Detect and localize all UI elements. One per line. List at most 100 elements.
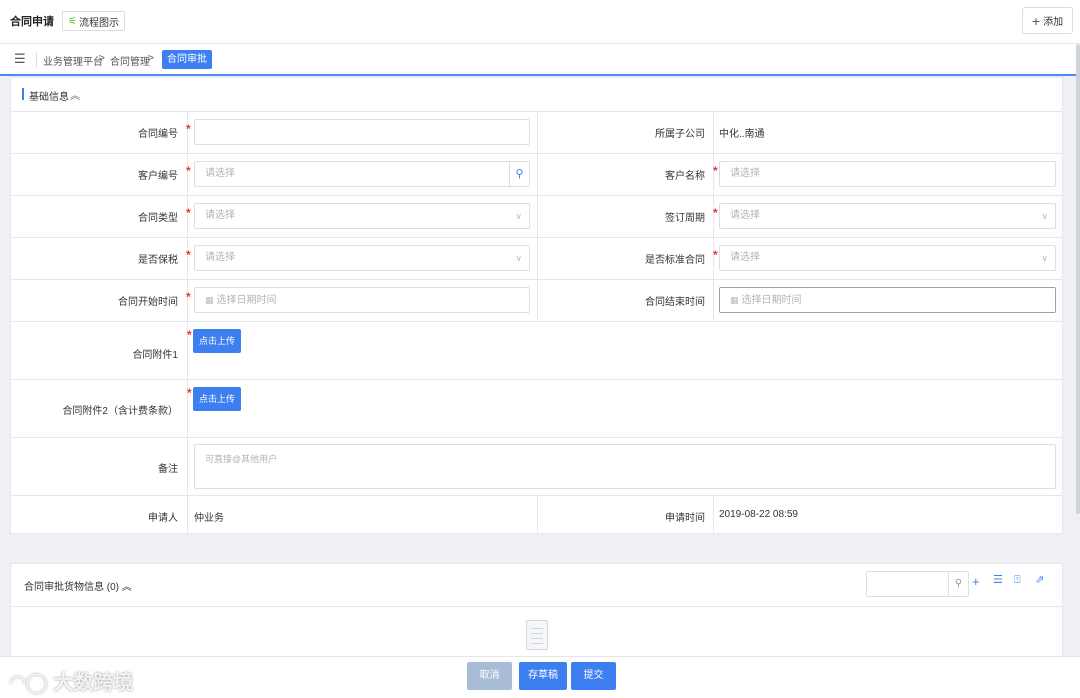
start-time-placeholder: 选择日期时间 <box>216 295 277 306</box>
search-icon[interactable]: ⚲ <box>509 162 529 186</box>
vertical-scrollbar[interactable] <box>1076 44 1080 514</box>
end-time-placeholder: 选择日期时间 <box>741 295 802 306</box>
bonded-placeholder: 请选择 <box>205 252 235 263</box>
required-mark: * <box>187 328 192 342</box>
basic-info-title: 基础信息 <box>29 92 69 103</box>
bonded-select[interactable]: 请选择 ∨ <box>194 245 530 271</box>
form-row: 合同类型 * 请选择 ∨ 签订周期 * 请选择 ∨ <box>11 196 1062 238</box>
breadcrumb-item-platform[interactable]: 业务管理平台 <box>43 53 103 68</box>
breadcrumb-separator: > <box>99 53 105 64</box>
form-row: 是否保税 * 请选择 ∨ 是否标准合同 * 请选择 ∨ <box>11 238 1062 280</box>
column-settings-icon[interactable]: ☰ <box>993 575 1003 586</box>
flow-chart-label: 流程图示 <box>78 17 119 29</box>
breadcrumb-separator: > <box>148 53 154 64</box>
flow-chart-button[interactable]: ⚟ 流程图示 <box>62 11 125 31</box>
required-mark: * <box>187 386 192 400</box>
action-footer: ◠◯ 大数跨境 取消 存草稿 提交 <box>0 656 1080 698</box>
form-row: 合同附件2（含计费条款） * 点击上传 <box>11 380 1062 438</box>
breadcrumb-bar: ☰ 业务管理平台 > 合同管理 > 合同审批 <box>0 44 1080 76</box>
chevron-down-icon: ∨ <box>515 253 522 263</box>
contract-no-label: 合同编号 <box>138 129 178 140</box>
bonded-label: 是否保税 <box>138 255 178 266</box>
standard-contract-select[interactable]: 请选择 ∨ <box>719 245 1056 271</box>
required-mark: * <box>186 206 191 220</box>
empty-document-icon <box>526 620 548 650</box>
customer-no-placeholder: 请选择 <box>205 168 235 179</box>
section-accent-bar <box>22 88 24 100</box>
top-bar: 合同申请 ⚟ 流程图示 + 添加 <box>0 0 1080 44</box>
chevron-down-icon: ∨ <box>1041 253 1048 263</box>
basic-info-card: 基础信息 ︽ 合同编号 * 所属子公司 中化..南通 客户编号 * 请选择 ⚲ … <box>10 77 1063 534</box>
required-mark: * <box>713 206 718 220</box>
flow-icon: ⚟ <box>68 15 77 27</box>
sign-period-placeholder: 请选择 <box>730 210 760 221</box>
chevron-down-icon: ∨ <box>515 211 522 221</box>
company-value: 中化..南通 <box>719 129 765 140</box>
form-row: 申请人 仲业务 申请时间 2019-08-22 08:59 <box>11 496 1062 534</box>
chevron-down-icon: ∨ <box>1041 211 1048 221</box>
form-row: 客户编号 * 请选择 ⚲ 客户名称 * 请选择 <box>11 154 1062 196</box>
required-mark: * <box>186 248 191 262</box>
sign-period-label: 签订周期 <box>665 213 705 224</box>
export-icon[interactable]: ⇗ <box>1035 575 1044 586</box>
required-mark: * <box>713 248 718 262</box>
contract-type-placeholder: 请选择 <box>205 210 235 221</box>
attachment2-label: 合同附件2（含计费条款） <box>62 406 178 417</box>
attachment1-label: 合同附件1 <box>132 350 178 361</box>
form-row: 备注 可直接@其他用户 <box>11 438 1062 496</box>
watermark-logo: ◠◯ 大数跨境 <box>10 672 134 694</box>
calendar-icon: ▦ <box>205 295 214 305</box>
import-icon[interactable]: ⍐ <box>1014 575 1021 586</box>
start-time-label: 合同开始时间 <box>118 297 178 308</box>
applicant-label: 申请人 <box>148 513 178 524</box>
remark-label: 备注 <box>158 464 178 475</box>
applicant-value: 仲业务 <box>194 513 224 524</box>
basic-info-header[interactable]: 基础信息 ︽ <box>11 78 1062 112</box>
sign-period-select[interactable]: 请选择 ∨ <box>719 203 1056 229</box>
customer-no-input[interactable]: 请选择 ⚲ <box>194 161 530 187</box>
breadcrumb-item-active[interactable]: 合同审批 <box>162 50 212 69</box>
submit-button[interactable]: 提交 <box>571 662 616 690</box>
double-chevron-up-icon[interactable]: ︽ <box>122 582 132 593</box>
goods-info-title[interactable]: 合同审批货物信息 (0) ︽ <box>24 578 132 593</box>
start-time-picker[interactable]: ▦ 选择日期时间 <box>194 287 530 313</box>
apply-time-value: 2019-08-22 08:59 <box>719 509 798 520</box>
customer-name-input[interactable]: 请选择 <box>719 161 1056 187</box>
end-time-label: 合同结束时间 <box>645 297 705 308</box>
calendar-icon: ▦ <box>730 295 739 305</box>
goods-search-input[interactable]: ⚲ <box>866 571 969 597</box>
standard-contract-placeholder: 请选择 <box>730 252 760 263</box>
goods-info-card: 合同审批货物信息 (0) ︽ ⚲ + ☰ ⍐ ⇗ <box>10 563 1063 663</box>
save-draft-button[interactable]: 存草稿 <box>519 662 567 690</box>
breadcrumb-divider <box>36 53 37 67</box>
plus-icon: + <box>1031 12 1041 29</box>
form-row: 合同附件1 * 点击上传 <box>11 322 1062 380</box>
remark-textarea[interactable]: 可直接@其他用户 <box>194 444 1056 489</box>
company-label: 所属子公司 <box>655 129 705 140</box>
standard-contract-label: 是否标准合同 <box>645 255 705 266</box>
customer-name-placeholder: 请选择 <box>730 168 760 179</box>
breadcrumb-item-contract-mgmt[interactable]: 合同管理 <box>110 53 150 68</box>
menu-toggle-icon[interactable]: ☰ <box>14 52 26 65</box>
double-chevron-up-icon[interactable]: ︽ <box>70 87 80 102</box>
upload-attachment2-button[interactable]: 点击上传 <box>193 387 242 411</box>
apply-time-label: 申请时间 <box>665 513 705 524</box>
cancel-button[interactable]: 取消 <box>467 662 512 690</box>
form-row: 合同编号 * 所属子公司 中化..南通 <box>11 112 1062 154</box>
required-mark: * <box>186 290 191 304</box>
add-button-label: 添加 <box>1043 17 1064 28</box>
contract-type-label: 合同类型 <box>138 213 178 224</box>
add-row-icon[interactable]: + <box>972 575 980 588</box>
required-mark: * <box>186 122 191 136</box>
contract-no-input[interactable] <box>194 119 530 145</box>
required-mark: * <box>713 164 718 178</box>
page-title: 合同申请 <box>10 16 54 28</box>
contract-type-select[interactable]: 请选择 ∨ <box>194 203 530 229</box>
upload-attachment1-button[interactable]: 点击上传 <box>193 329 242 353</box>
form-row: 合同开始时间 * ▦ 选择日期时间 合同结束时间 ▦ 选择日期时间 <box>11 280 1062 322</box>
search-icon[interactable]: ⚲ <box>948 572 968 596</box>
add-button[interactable]: + 添加 <box>1022 7 1073 34</box>
customer-no-label: 客户编号 <box>138 171 178 182</box>
end-time-picker[interactable]: ▦ 选择日期时间 <box>719 287 1056 313</box>
customer-name-label: 客户名称 <box>665 171 705 182</box>
